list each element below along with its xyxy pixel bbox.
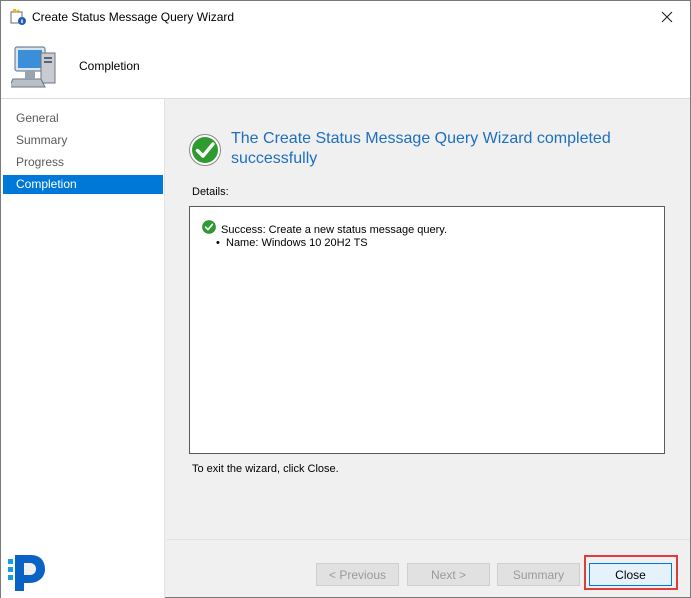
- wizard-icon: [10, 7, 26, 25]
- nav-item-summary[interactable]: Summary: [3, 131, 163, 150]
- title-bar: Create Status Message Query Wizard: [1, 1, 690, 33]
- detail-name-text: Name: Windows 10 20H2 TS: [226, 237, 368, 249]
- next-button[interactable]: Next >: [407, 563, 490, 586]
- brand-logo-icon: [5, 549, 51, 595]
- previous-button[interactable]: < Previous: [316, 563, 399, 586]
- page-title: Completion: [79, 59, 140, 73]
- window-title: Create Status Message Query Wizard: [32, 10, 235, 24]
- main-content: The Create Status Message Query Wizard c…: [166, 99, 690, 539]
- bullet-icon: •: [216, 237, 220, 249]
- nav-item-progress[interactable]: Progress: [3, 153, 163, 172]
- wizard-window: Create Status Message Query Wizard Compl…: [0, 0, 691, 598]
- exit-instruction: To exit the wizard, click Close.: [192, 463, 339, 475]
- close-button[interactable]: Close: [589, 563, 672, 586]
- nav-item-general[interactable]: General: [3, 109, 163, 128]
- detail-name-item: • Name: Windows 10 20H2 TS: [216, 237, 368, 249]
- details-box[interactable]: Success: Create a new status message que…: [189, 206, 665, 454]
- close-window-icon[interactable]: [644, 1, 690, 33]
- computer-icon: [8, 43, 61, 93]
- success-check-icon: [188, 133, 222, 167]
- button-bar: < Previous Next > Summary Close: [166, 539, 690, 598]
- completion-headline: The Create Status Message Query Wizard c…: [231, 130, 611, 167]
- details-label: Details:: [192, 186, 229, 198]
- summary-button[interactable]: Summary: [497, 563, 580, 586]
- wizard-header: Completion: [1, 33, 690, 99]
- success-small-check-icon: [202, 220, 216, 234]
- nav-item-completion[interactable]: Completion: [3, 175, 163, 194]
- detail-success-text: Success: Create a new status message que…: [221, 224, 448, 236]
- wizard-nav: General Summary Progress Completion: [1, 99, 165, 598]
